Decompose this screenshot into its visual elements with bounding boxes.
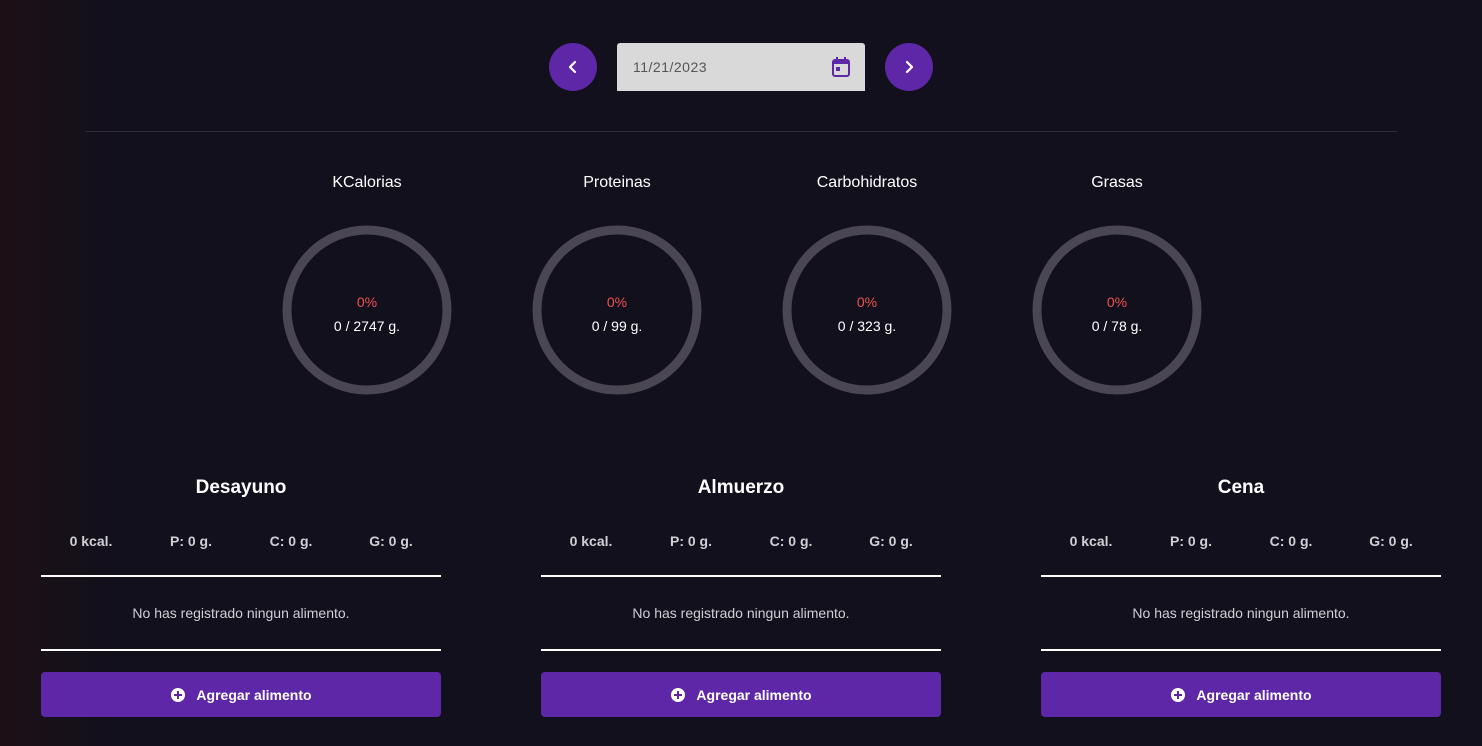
next-day-button[interactable] xyxy=(885,43,933,91)
macro-title: Proteinas xyxy=(583,174,651,191)
meal-kcal: 0 kcal. xyxy=(569,533,613,549)
meal-protein: P: 0 g. xyxy=(169,533,212,549)
meal-stats: 0 kcal. P: 0 g. C: 0 g. G: 0 g. xyxy=(41,533,441,553)
date-navigation: 11/21/2023 xyxy=(549,43,933,91)
meal-title: Desayuno xyxy=(195,477,287,498)
add-food-button[interactable]: Agregar alimento xyxy=(41,672,441,717)
macro-proteinas: Proteinas 0% 0 / 99 g. xyxy=(527,172,707,396)
macro-value: 0 / 323 g. xyxy=(837,318,897,334)
add-food-button[interactable]: Agregar alimento xyxy=(1041,672,1441,717)
meal-desayuno: Desayuno 0 kcal. P: 0 g. C: 0 g. G: 0 g.… xyxy=(41,476,441,717)
meal-fat: G: 0 g. xyxy=(869,533,913,549)
calendar-icon[interactable] xyxy=(831,56,851,78)
add-food-label: Agregar alimento xyxy=(1196,686,1312,703)
progress-ring: 0% 0 / 78 g. xyxy=(1031,224,1203,396)
meal-empty-message: No has registrado ningun alimento. xyxy=(132,605,350,621)
chevron-right-icon xyxy=(905,60,914,74)
macro-title: Carbohidratos xyxy=(816,174,918,191)
macro-percent: 0% xyxy=(856,294,878,310)
meal-divider xyxy=(41,649,441,651)
add-food-label: Agregar alimento xyxy=(696,686,812,703)
add-circle-icon xyxy=(671,687,686,702)
macro-kcalorias: KCalorias 0% 0 / 2747 g. xyxy=(277,172,457,396)
meal-protein: P: 0 g. xyxy=(669,533,712,549)
meal-kcal: 0 kcal. xyxy=(1069,533,1113,549)
add-food-label: Agregar alimento xyxy=(196,686,312,703)
date-input[interactable]: 11/21/2023 xyxy=(617,43,865,91)
macro-carbohidratos: Carbohidratos 0% 0 / 323 g. xyxy=(777,172,957,396)
section-divider xyxy=(85,131,1397,132)
meal-empty-message: No has registrado ningun alimento. xyxy=(632,605,850,621)
meal-protein: P: 0 g. xyxy=(1169,533,1212,549)
macro-percent: 0% xyxy=(356,294,378,310)
meal-empty-message: No has registrado ningun alimento. xyxy=(1132,605,1350,621)
meal-fat: G: 0 g. xyxy=(1369,533,1413,549)
macro-percent: 0% xyxy=(606,294,628,310)
meal-almuerzo: Almuerzo 0 kcal. P: 0 g. C: 0 g. G: 0 g.… xyxy=(541,476,941,717)
meal-kcal: 0 kcal. xyxy=(69,533,113,549)
add-circle-icon xyxy=(1171,687,1186,702)
macro-title: Grasas xyxy=(1091,174,1143,191)
progress-ring: 0% 0 / 99 g. xyxy=(531,224,703,396)
add-food-button[interactable]: Agregar alimento xyxy=(541,672,941,717)
macro-value: 0 / 2747 g. xyxy=(333,318,401,334)
meal-divider xyxy=(541,649,941,651)
macro-value: 0 / 78 g. xyxy=(1091,318,1143,334)
meal-title: Almuerzo xyxy=(697,477,785,498)
macro-value: 0 / 99 g. xyxy=(591,318,643,334)
meal-fat: G: 0 g. xyxy=(369,533,413,549)
meal-divider xyxy=(1041,649,1441,651)
macro-grasas: Grasas 0% 0 / 78 g. xyxy=(1027,172,1207,396)
progress-ring: 0% 0 / 2747 g. xyxy=(281,224,453,396)
meal-carbs: C: 0 g. xyxy=(269,533,313,549)
meal-stats: 0 kcal. P: 0 g. C: 0 g. G: 0 g. xyxy=(541,533,941,553)
previous-day-button[interactable] xyxy=(549,43,597,91)
macro-percent: 0% xyxy=(1106,294,1128,310)
chevron-left-icon xyxy=(568,60,577,74)
meal-carbs: C: 0 g. xyxy=(769,533,813,549)
macro-title: KCalorias xyxy=(332,174,402,191)
meal-stats: 0 kcal. P: 0 g. C: 0 g. G: 0 g. xyxy=(1041,533,1441,553)
meal-carbs: C: 0 g. xyxy=(1269,533,1313,549)
date-value: 11/21/2023 xyxy=(633,59,708,75)
meal-title: Cena xyxy=(1217,477,1265,498)
meal-cena: Cena 0 kcal. P: 0 g. C: 0 g. G: 0 g. No … xyxy=(1041,476,1441,717)
progress-ring: 0% 0 / 323 g. xyxy=(781,224,953,396)
add-circle-icon xyxy=(171,687,186,702)
